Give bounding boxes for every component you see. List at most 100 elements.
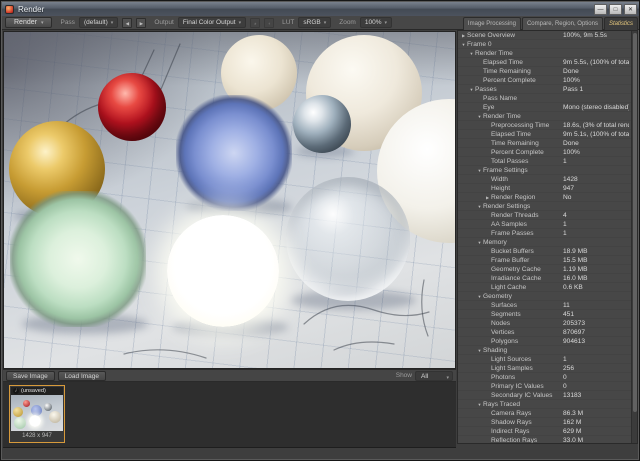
expander-icon[interactable]: ▼ xyxy=(476,240,483,245)
expander-icon[interactable]: ▼ xyxy=(476,204,483,209)
stats-row[interactable]: Time RemainingDone xyxy=(458,67,631,76)
expander-icon[interactable]: ▶ xyxy=(484,195,491,200)
stats-row[interactable]: ▼Frame Settings xyxy=(458,166,631,175)
toolbar-left: Render ▾ Pass (default) ▾ ◀ ▶ Output Fin… xyxy=(5,17,392,28)
pass-label: Pass xyxy=(60,19,74,26)
show-dropdown[interactable]: All ▾ xyxy=(415,371,453,381)
stats-row[interactable]: Render Threads4 xyxy=(458,211,631,220)
expander-icon[interactable]: ▼ xyxy=(460,42,467,47)
stats-row[interactable]: Frame Buffer15.5 MB xyxy=(458,256,631,265)
app-icon xyxy=(5,5,14,14)
minimize-button[interactable]: — xyxy=(594,4,607,15)
load-image-button[interactable]: Load Image xyxy=(58,371,106,381)
stats-row[interactable]: Elapsed Time9m 5.5s, (100% of total scan… xyxy=(458,58,631,67)
stat-value: 9m 5.5s, (100% of total scan ... xyxy=(563,59,629,66)
stats-row[interactable]: Secondary IC Values13183 xyxy=(458,391,631,400)
stats-row[interactable]: Camera Rays86.3 M xyxy=(458,409,631,418)
stats-row[interactable]: ▶Scene Overview100%, 9m 5.5s xyxy=(458,31,631,40)
stats-row[interactable]: Frame Passes1 xyxy=(458,229,631,238)
zoom-dropdown[interactable]: 100% ▾ xyxy=(360,17,392,28)
expander-icon[interactable]: ▼ xyxy=(476,402,483,407)
maximize-button[interactable]: □ xyxy=(609,4,622,15)
close-button[interactable]: ✕ xyxy=(624,4,637,15)
lut-dropdown[interactable]: sRGB ▾ xyxy=(298,17,331,28)
thumbnail-strip[interactable]: i (unsaved) 1428 x 947 xyxy=(3,382,456,448)
output-dropdown[interactable]: Final Color Output ▾ xyxy=(178,17,246,28)
stats-row[interactable]: ▼Geometry xyxy=(458,292,631,301)
scrollbar-thumb[interactable] xyxy=(633,33,637,412)
stat-label: Geometry xyxy=(483,293,512,300)
expander-icon[interactable]: ▼ xyxy=(476,114,483,119)
stats-row[interactable]: Irradiance Cache16.0 MB xyxy=(458,274,631,283)
titlebar[interactable]: Render — □ ✕ xyxy=(2,2,640,16)
thumb-gold-dot xyxy=(13,407,23,417)
stats-row[interactable]: ▼Render Settings xyxy=(458,202,631,211)
stats-row[interactable]: Light Cache0.6 KB xyxy=(458,283,631,292)
expander-icon[interactable]: ▼ xyxy=(468,51,475,56)
tree-indent xyxy=(458,431,484,432)
tab-compare-region-options[interactable]: Compare, Region, Options xyxy=(522,17,603,30)
expander-icon[interactable]: ▼ xyxy=(476,348,483,353)
tab-image-processing[interactable]: Image Processing xyxy=(463,17,521,30)
stat-label: Percent Complete xyxy=(491,149,544,156)
stats-row[interactable]: Bucket Buffers18.9 MB xyxy=(458,247,631,256)
tree-indent xyxy=(458,368,484,369)
stats-row[interactable]: ▼PassesPass 1 xyxy=(458,85,631,94)
expander-icon[interactable]: ▼ xyxy=(476,294,483,299)
stats-row[interactable]: Pass Name xyxy=(458,94,631,103)
stat-value: Mono (stereo disabled) xyxy=(563,104,629,111)
stats-row[interactable]: Percent Complete100% xyxy=(458,148,631,157)
expander-icon[interactable]: ▶ xyxy=(460,33,467,38)
stats-row[interactable]: Light Samples256 xyxy=(458,364,631,373)
info-icon[interactable]: i xyxy=(13,388,19,394)
stats-row[interactable]: Surfaces11 xyxy=(458,301,631,310)
render-viewport[interactable] xyxy=(3,31,456,369)
tab-statistics[interactable]: Statistics xyxy=(604,17,638,30)
stats-row[interactable]: ▼Rays Traced xyxy=(458,400,631,409)
next-pass-button[interactable]: ▶ xyxy=(136,18,146,28)
stats-row[interactable]: Reflection Rays33.0 M xyxy=(458,436,631,443)
stats-row[interactable]: Vertices870697 xyxy=(458,328,631,337)
stats-row[interactable]: Geometry Cache1.19 MB xyxy=(458,265,631,274)
stats-row[interactable]: Preprocessing Time18.6s, (3% of total re… xyxy=(458,121,631,130)
stats-row[interactable]: Total Passes1 xyxy=(458,157,631,166)
stats-row[interactable]: ▼Frame 0 xyxy=(458,40,631,49)
thumbnail-selected[interactable]: i (unsaved) 1428 x 947 xyxy=(9,385,65,443)
stats-row[interactable]: ▼Render Time xyxy=(458,112,631,121)
stats-row[interactable]: Height947 xyxy=(458,184,631,193)
tree-indent xyxy=(458,287,484,288)
stats-row[interactable]: Nodes205373 xyxy=(458,319,631,328)
vertical-scrollbar[interactable] xyxy=(631,31,637,443)
stats-row[interactable]: Primary IC Values0 xyxy=(458,382,631,391)
stats-row[interactable]: Indirect Rays629 M xyxy=(458,427,631,436)
stats-row[interactable]: Segments451 xyxy=(458,310,631,319)
stats-row[interactable]: ▼Render Time xyxy=(458,49,631,58)
stats-row[interactable]: Light Sources1 xyxy=(458,355,631,364)
stat-value: 162 M xyxy=(563,419,629,426)
stats-row[interactable]: EyeMono (stereo disabled) xyxy=(458,103,631,112)
stats-row[interactable]: Shadow Rays162 M xyxy=(458,418,631,427)
stats-row[interactable]: ▼Shading xyxy=(458,346,631,355)
stats-row[interactable]: ▼Memory xyxy=(458,238,631,247)
stats-row[interactable]: Time RemainingDone xyxy=(458,139,631,148)
expander-icon[interactable]: ▼ xyxy=(468,87,475,92)
render-window: Render — □ ✕ Render ▾ Pass (default) ▾ ◀… xyxy=(0,0,640,461)
panel-tabs: Image Processing Compare, Region, Option… xyxy=(462,16,638,30)
stats-row[interactable]: AA Samples1 xyxy=(458,220,631,229)
render-button[interactable]: Render ▾ xyxy=(5,17,52,28)
stat-value: 0 xyxy=(563,383,629,390)
stats-row[interactable]: Percent Complete100% xyxy=(458,76,631,85)
tree-indent xyxy=(458,251,484,252)
stats-row[interactable]: Photons0 xyxy=(458,373,631,382)
save-image-button[interactable]: Save Image xyxy=(6,371,55,381)
prev-pass-button[interactable]: ◀ xyxy=(122,18,132,28)
tree-indent xyxy=(458,107,476,108)
expander-icon[interactable]: ▼ xyxy=(476,168,483,173)
show-label: Show xyxy=(396,372,412,379)
pass-dropdown[interactable]: (default) ▾ xyxy=(79,17,118,28)
stats-row[interactable]: ▶Render RegionNo xyxy=(458,193,631,202)
stat-label: Camera Rays xyxy=(491,410,531,417)
stats-row[interactable]: Polygons904613 xyxy=(458,337,631,346)
stats-row[interactable]: Width1428 xyxy=(458,175,631,184)
stats-row[interactable]: Elapsed Time9m 5.1s, (100% of total fram… xyxy=(458,130,631,139)
